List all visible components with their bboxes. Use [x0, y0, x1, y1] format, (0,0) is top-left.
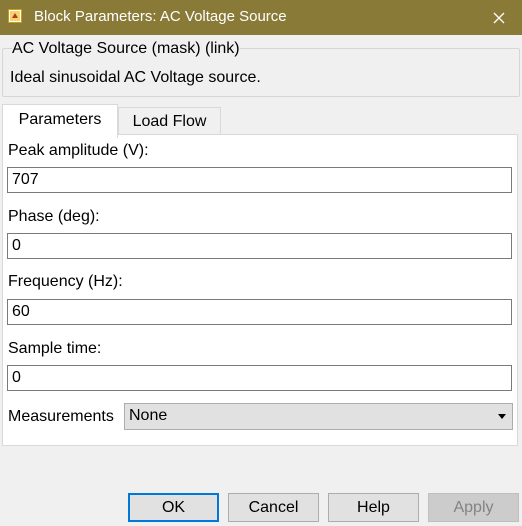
window-title: Block Parameters: AC Voltage Source — [34, 8, 287, 25]
simulink-block-icon — [8, 9, 22, 23]
measurements-selected-value: None — [129, 407, 168, 424]
peak-amplitude-label: Peak amplitude (V): — [8, 142, 149, 159]
measurements-dropdown[interactable]: None — [124, 403, 513, 430]
frequency-input[interactable]: 60 — [7, 299, 512, 325]
ok-button[interactable]: OK — [128, 493, 219, 522]
close-icon — [493, 12, 505, 23]
sample-time-label: Sample time: — [8, 340, 102, 357]
help-button[interactable]: Help — [328, 493, 419, 522]
apply-button[interactable]: Apply — [428, 493, 519, 522]
title-bar: Block Parameters: AC Voltage Source — [0, 0, 522, 35]
measurements-label: Measurements — [8, 408, 114, 425]
close-button[interactable] — [476, 0, 522, 35]
chevron-down-icon — [498, 414, 506, 419]
tab-parameters[interactable]: Parameters — [2, 104, 118, 138]
frequency-label: Frequency (Hz): — [8, 273, 123, 290]
block-description: Ideal sinusoidal AC Voltage source. — [10, 69, 261, 86]
sample-time-input[interactable]: 0 — [7, 365, 512, 391]
phase-input[interactable]: 0 — [7, 233, 512, 259]
tab-load-flow[interactable]: Load Flow — [118, 107, 221, 137]
cancel-button[interactable]: Cancel — [228, 493, 319, 522]
mask-type-label: AC Voltage Source (mask) (link) — [12, 40, 240, 58]
phase-label: Phase (deg): — [8, 208, 100, 225]
peak-amplitude-input[interactable]: 707 — [7, 167, 512, 193]
